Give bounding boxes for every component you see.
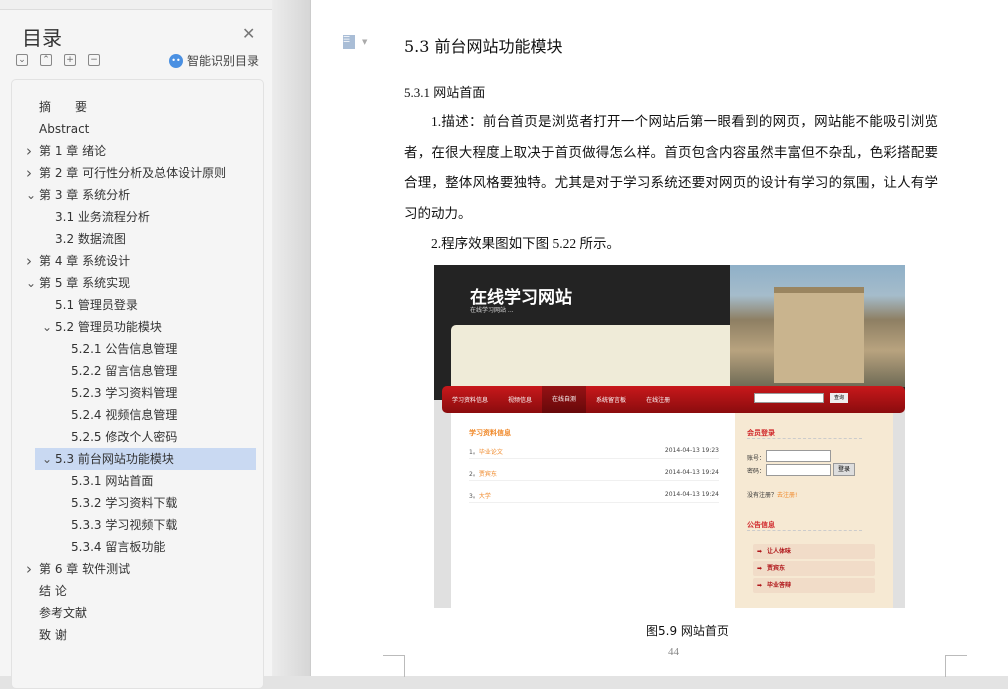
list-link[interactable]: 大学 — [479, 493, 491, 500]
page-gutter — [272, 0, 310, 676]
toc-item-label: 结 论 — [39, 584, 67, 598]
toc-item-label: 5.3.3 学习视频下载 — [71, 518, 178, 532]
list-index: 2。 — [469, 471, 479, 478]
chevron-right-icon[interactable]: › — [26, 250, 32, 272]
toc-item-label: 3.1 业务流程分析 — [55, 210, 150, 224]
toc-item-label: 5.3.4 留言板功能 — [71, 540, 166, 554]
toc-panel: 目录 ✕ ⌄ ⌃ + − •• 智能识别目录 摘 要 Abstract › 第 1 章 … — [0, 10, 272, 689]
chevron-down-icon[interactable]: ⌄ — [42, 448, 52, 470]
smart-toc-label: 智能识别目录 — [187, 54, 260, 68]
site-nav: 学习资料信息 视频信息 在线自测 系统留言板 在线注册 查询 — [442, 386, 905, 413]
toc-item-label: 5.2.5 修改个人密码 — [71, 430, 178, 444]
toc-item-label: 5.1 管理员登录 — [55, 298, 138, 312]
toc-item-label: 5.2.3 学习资料管理 — [71, 386, 178, 400]
content-area: 学习资料信息 1。毕业论文 2014-04-13 19:23 2。贾宾东 2014-0… — [451, 413, 735, 608]
campus-photo — [730, 265, 905, 387]
toc-item-label: 5.2.4 视频信息管理 — [71, 408, 178, 422]
minus-icon[interactable]: − — [88, 54, 100, 66]
site-sidebar: 会员登录 账号： 密码： 登录 没有注册？去注册! 公告信息 让人体味 贾宾东 … — [735, 413, 893, 608]
site-search-button[interactable]: 查询 — [830, 393, 848, 403]
website-screenshot: 在线学习网站 在线学习网站 ... 学习资料信息 视频信息 在线自测 系统留言板… — [434, 265, 905, 608]
top-strip — [0, 0, 310, 10]
margin-corner-mark — [945, 655, 967, 677]
nav-item[interactable]: 在线自测 — [542, 386, 587, 413]
list-title: 学习资料信息 — [469, 429, 511, 437]
toc-item-label: Abstract — [39, 122, 90, 136]
toc-item-label: 5.2.2 留言信息管理 — [71, 364, 178, 378]
list-link[interactable]: 贾宾东 — [479, 471, 497, 478]
toc-item-label: 5.3.1 网站首面 — [71, 474, 154, 488]
document-icon[interactable]: ☰ — [343, 35, 355, 49]
page-number: 44 — [668, 646, 679, 658]
list-item[interactable]: 2。贾宾东 2014-04-13 19:24 — [469, 469, 719, 481]
site-subtitle: 在线学习网站 ... — [470, 307, 514, 314]
toc-title: 目录 — [22, 26, 62, 50]
register-prompt: 没有注册？去注册! — [747, 490, 797, 499]
plus-icon[interactable]: + — [64, 54, 76, 66]
toc-item-label: 致 谢 — [39, 628, 67, 642]
chevron-right-icon[interactable]: › — [26, 162, 32, 184]
toc-list: 摘 要 Abstract › 第 1 章 绪论 › 第 2 章 可行性分析及总体设计原则 ⌄… — [11, 79, 264, 689]
list-item[interactable]: 3。大学 2014-04-13 19:24 — [469, 491, 719, 503]
figure-caption: 图5.9 网站首页 — [646, 624, 729, 638]
register-text: 没有注册？ — [747, 492, 778, 499]
toc-item-label: 5.2 管理员功能模块 — [55, 320, 162, 334]
nav-item[interactable]: 学习资料信息 — [442, 395, 498, 404]
toc-item-label: 第 5 章 系统实现 — [39, 276, 131, 290]
login-title: 会员登录 — [747, 428, 862, 439]
toc-item-label: 5.3 前台网站功能模块 — [55, 452, 174, 466]
list-item[interactable]: 1。毕业论文 2014-04-13 19:23 — [469, 447, 719, 459]
toc-item-label: 第 1 章 绪论 — [39, 144, 107, 158]
password-label: 密码： — [747, 468, 766, 475]
site-search-input[interactable] — [754, 393, 824, 403]
notice-item[interactable]: 让人体味 — [753, 544, 875, 559]
section-heading: 5.3 前台网站功能模块 — [404, 37, 563, 56]
toc-item[interactable]: ⌄ 5.3 前台网站功能模块 — [35, 448, 256, 470]
toc-item-label: 摘 要 — [39, 100, 88, 114]
toc-item-label: 3.2 数据流图 — [55, 232, 126, 246]
toc-item-label: 5.3.2 学习资料下载 — [71, 496, 178, 510]
toc-item-label: 第 4 章 系统设计 — [39, 254, 131, 268]
paragraph-figure-ref: 2.程序效果图如下图 5.22 所示。 — [431, 236, 620, 251]
toc-item-label: 第 3 章 系统分析 — [39, 188, 131, 202]
ai-icon: •• — [169, 53, 183, 68]
expand-up-icon[interactable]: ⌃ — [40, 54, 52, 66]
smart-toc-button[interactable]: •• 智能识别目录 — [169, 52, 259, 69]
chevron-down-icon[interactable]: ⌄ — [26, 272, 36, 294]
list-date: 2014-04-13 19:23 — [664, 447, 719, 454]
list-index: 3。 — [469, 493, 479, 500]
password-input[interactable] — [766, 464, 831, 476]
subsection-heading: 5.3.1 网站首面 — [404, 85, 486, 100]
list-date: 2014-04-13 19:24 — [664, 491, 719, 498]
close-icon[interactable]: ✕ — [242, 24, 255, 43]
toc-item-label: 参考文献 — [39, 606, 88, 620]
nav-item[interactable]: 在线注册 — [636, 395, 680, 404]
chevron-down-icon[interactable]: ⌄ — [26, 184, 36, 206]
toc-item-label: 5.2.1 公告信息管理 — [71, 342, 178, 356]
list-link[interactable]: 毕业论文 — [479, 449, 503, 456]
nav-item[interactable]: 系统留言板 — [586, 395, 636, 404]
notice-item[interactable]: 毕业答辩 — [753, 578, 875, 593]
collapse-all-icon[interactable]: ⌄ — [16, 54, 28, 66]
list-index: 1。 — [469, 449, 479, 456]
dropdown-icon[interactable]: ▼ — [362, 38, 367, 46]
account-input[interactable] — [766, 450, 831, 462]
nav-item[interactable]: 视频信息 — [498, 395, 542, 404]
chevron-right-icon[interactable]: › — [26, 558, 32, 580]
toc-item-label: 第 2 章 可行性分析及总体设计原则 — [39, 166, 227, 180]
list-date: 2014-04-13 19:24 — [664, 469, 719, 476]
notice-item[interactable]: 贾宾东 — [753, 561, 875, 576]
account-label: 账号： — [747, 455, 766, 462]
chevron-right-icon[interactable]: › — [26, 140, 32, 162]
login-button[interactable]: 登录 — [833, 463, 855, 476]
margin-corner-mark — [383, 655, 405, 677]
register-link[interactable]: 去注册! — [777, 492, 797, 499]
site-banner — [451, 325, 730, 393]
toc-item-label: 第 6 章 软件测试 — [39, 562, 131, 576]
notice-title: 公告信息 — [747, 520, 862, 531]
paragraph-description: 1.描述：前台首页是浏览者打开一个网站后第一眼看到的网页，网站能不能吸引浏览者，… — [404, 114, 938, 221]
chevron-down-icon[interactable]: ⌄ — [42, 316, 52, 338]
